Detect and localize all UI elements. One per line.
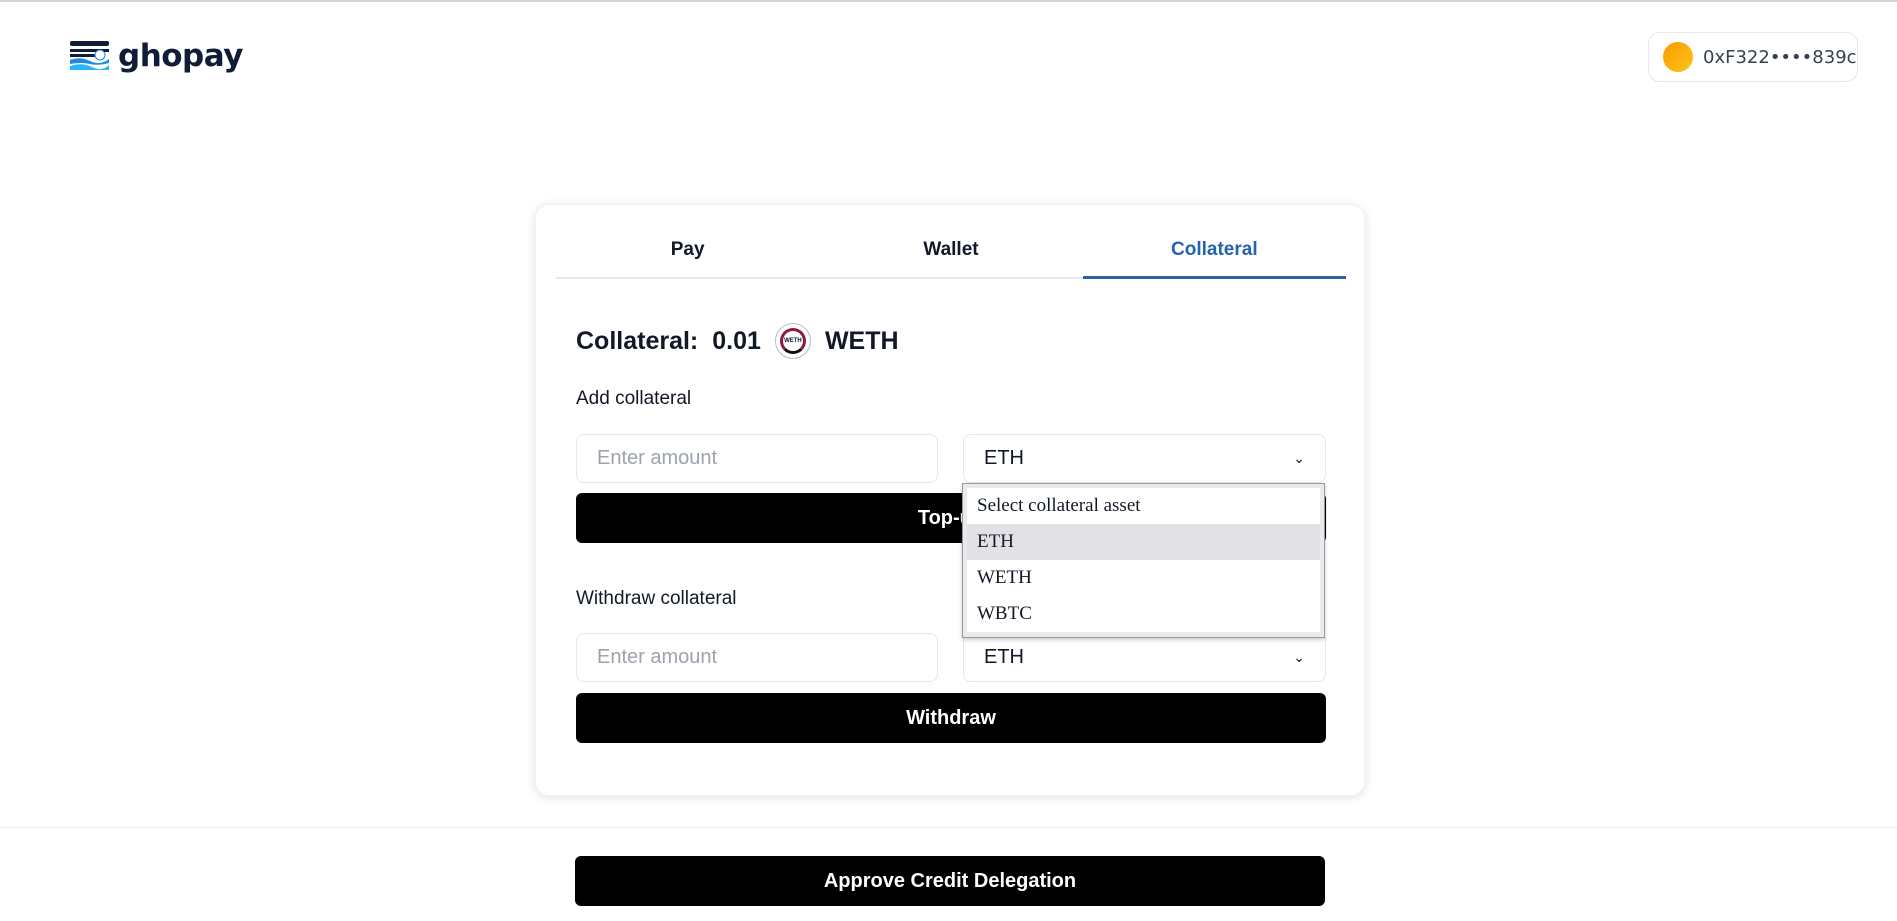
divider xyxy=(0,827,1897,828)
chevron-down-icon: ⌄ xyxy=(1293,450,1305,466)
weth-token-icon: WETH xyxy=(774,323,811,359)
tab-wallet[interactable]: Wallet xyxy=(819,235,1082,277)
ghopay-logo[interactable]: ghopay xyxy=(70,38,243,74)
chevron-down-icon: ⌄ xyxy=(1293,649,1305,665)
tab-bar: Pay Wallet Collateral xyxy=(556,235,1346,279)
approve-credit-delegation-button[interactable]: Approve Credit Delegation xyxy=(575,856,1325,906)
asset-dropdown-list: Select collateral asset ETH WETH WBTC xyxy=(962,483,1325,638)
option-eth[interactable]: ETH xyxy=(967,524,1320,560)
add-asset-select[interactable]: ETH ⌄ xyxy=(963,434,1326,483)
collateral-amount: 0.01 xyxy=(712,326,761,355)
brand-name: ghopay xyxy=(118,38,243,74)
wallet-button[interactable]: 0xF322••••839c xyxy=(1648,32,1858,82)
withdraw-amount-input[interactable]: Enter amount xyxy=(576,633,938,682)
option-placeholder[interactable]: Select collateral asset xyxy=(967,488,1320,524)
card-logo-icon xyxy=(70,41,109,70)
add-amount-input[interactable]: Enter amount xyxy=(576,434,938,483)
tab-collateral[interactable]: Collateral xyxy=(1082,235,1346,279)
wallet-avatar-icon xyxy=(1663,42,1693,72)
collateral-label: Collateral: xyxy=(576,326,699,355)
withdraw-collateral-label: Withdraw collateral xyxy=(576,588,737,609)
withdraw-asset-select[interactable]: ETH ⌄ xyxy=(963,633,1326,682)
option-weth[interactable]: WETH xyxy=(967,560,1320,596)
collateral-token: WETH xyxy=(824,326,899,355)
option-wbtc[interactable]: WBTC xyxy=(967,596,1320,632)
tab-pay[interactable]: Pay xyxy=(556,235,819,277)
wallet-address: 0xF322••••839c xyxy=(1703,46,1857,68)
add-collateral-label: Add collateral xyxy=(576,388,692,409)
withdraw-button[interactable]: Withdraw xyxy=(576,693,1326,743)
collateral-summary: Collateral: 0.01 WETH WETH xyxy=(576,323,899,359)
